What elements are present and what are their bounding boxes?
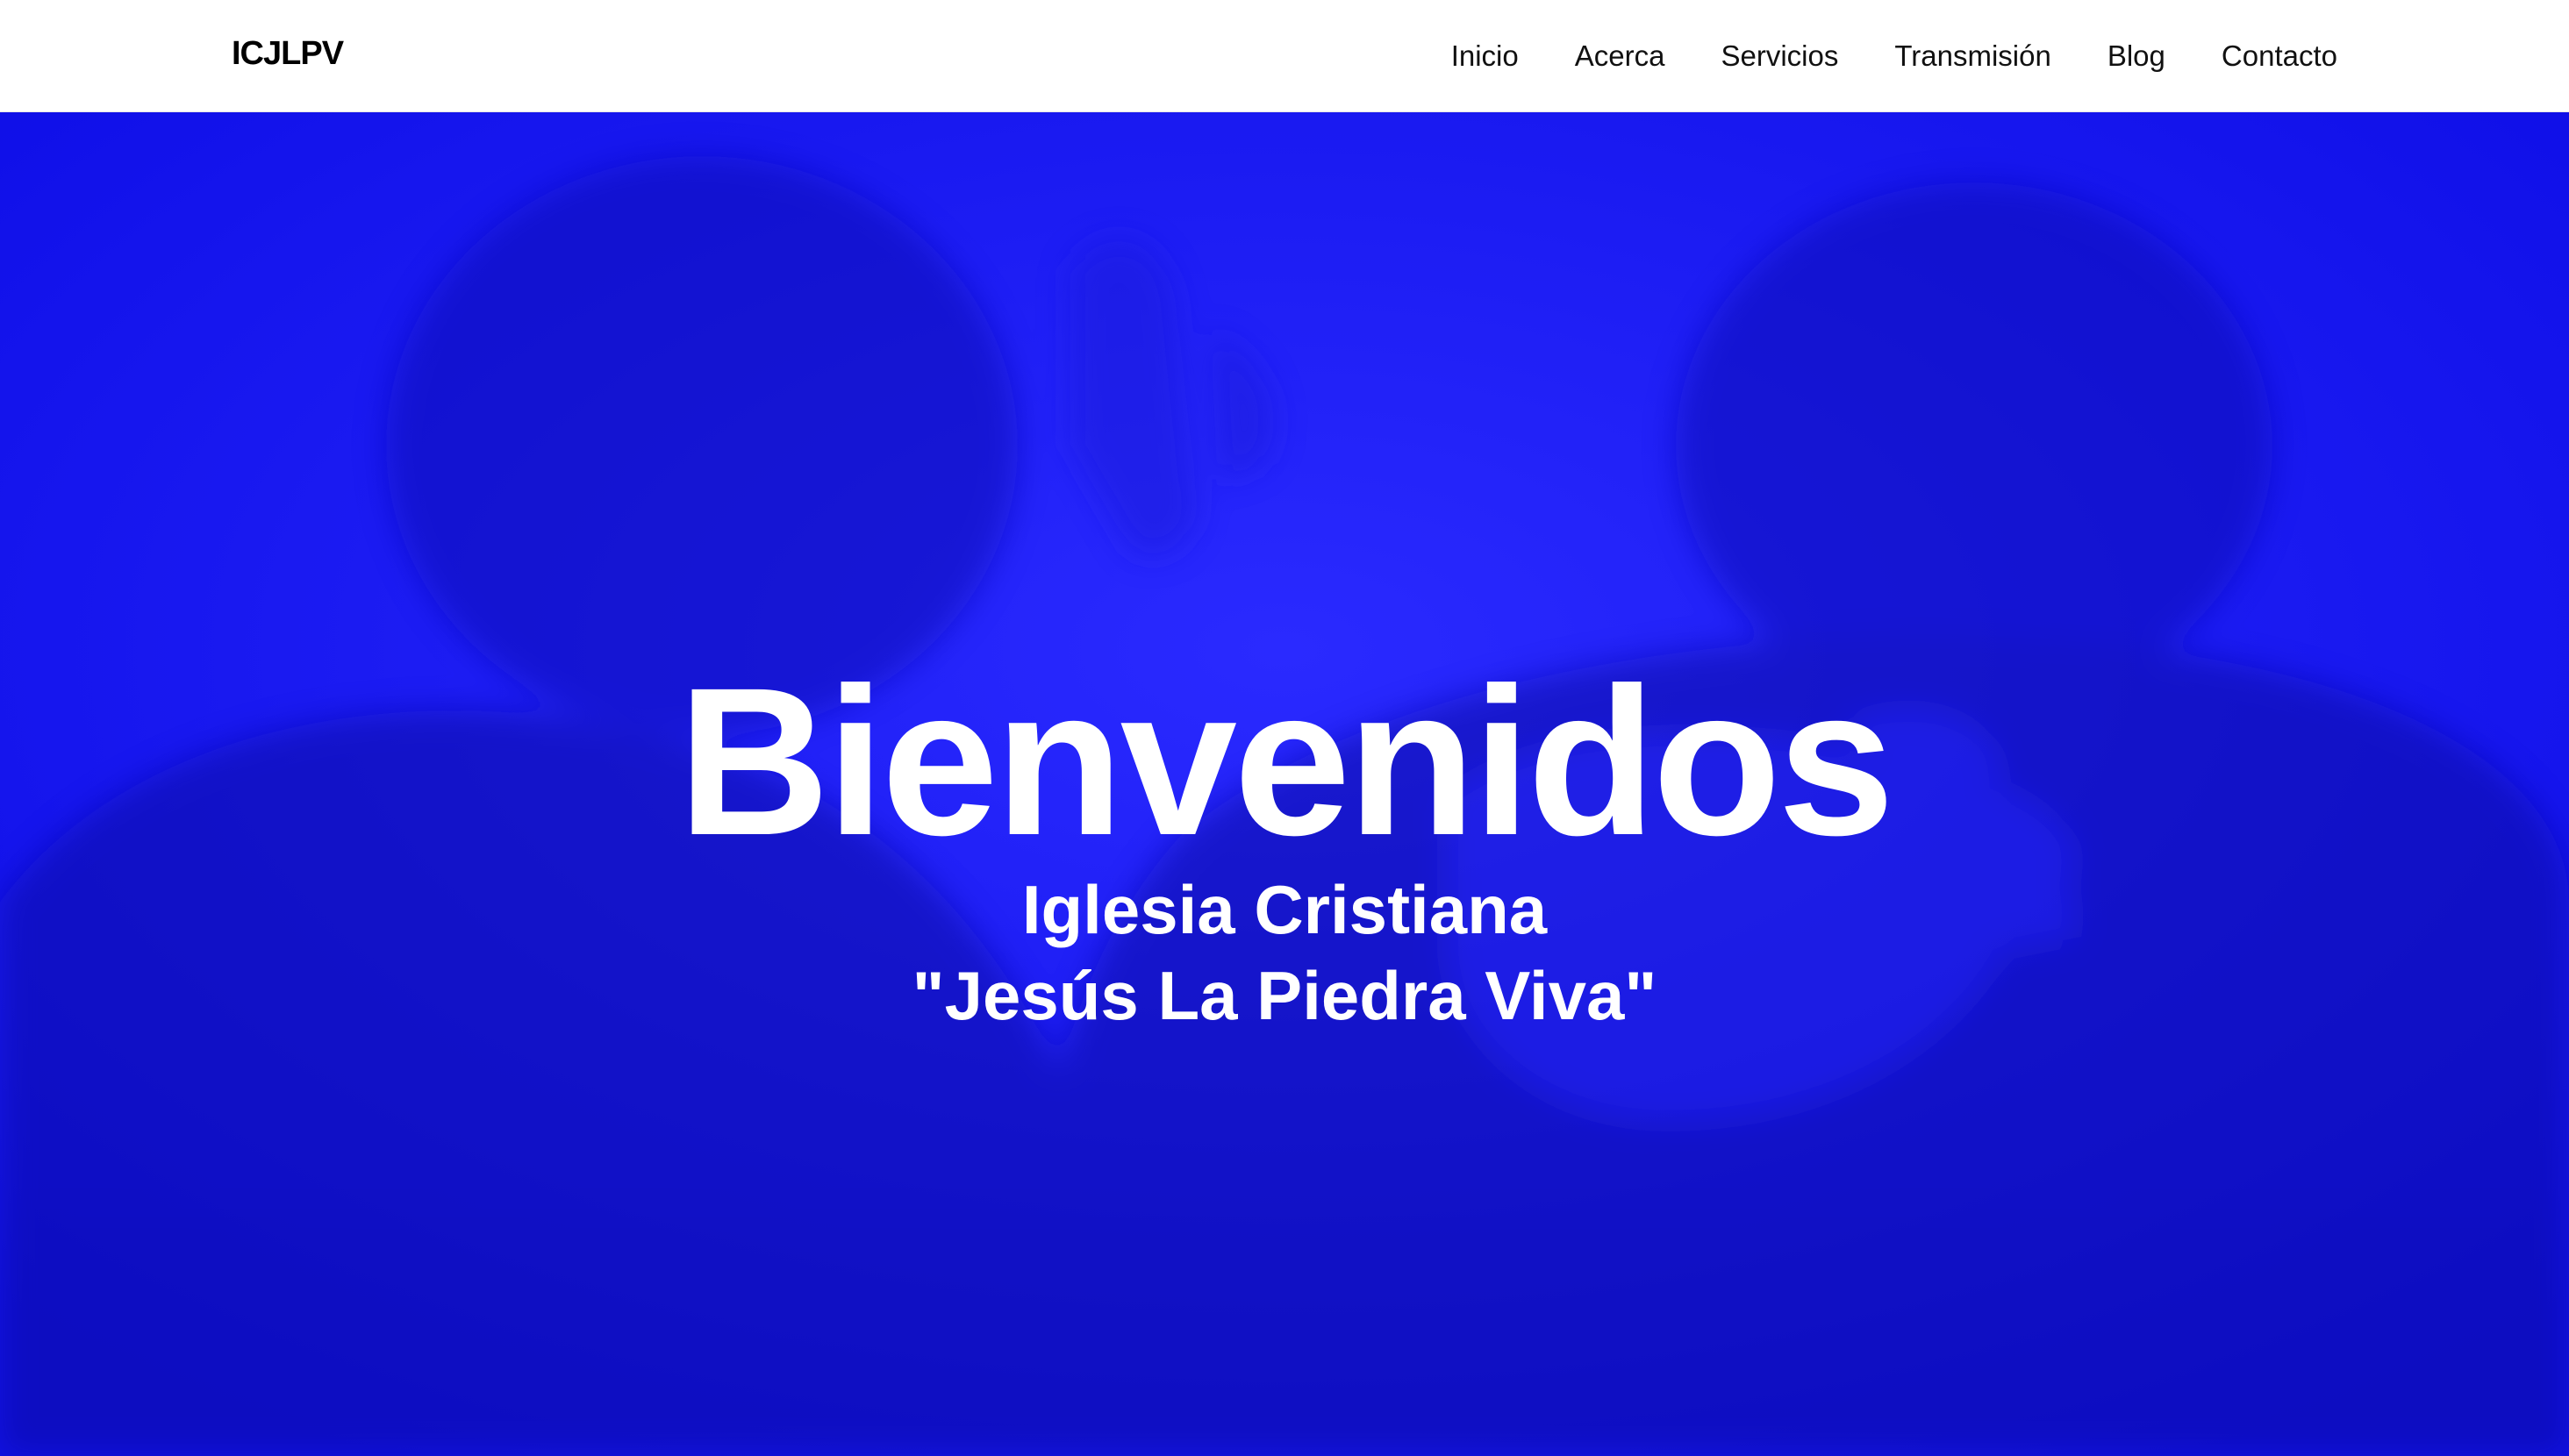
site-header: ICJLPV Inicio Acerca Servicios Transmisi… [0, 0, 2569, 112]
nav-item-blog[interactable]: Blog [2107, 39, 2165, 73]
site-logo[interactable]: ICJLPV [232, 35, 344, 73]
hero-subtitle-line1: Iglesia Cristiana [1021, 871, 1548, 948]
nav-item-inicio[interactable]: Inicio [1451, 39, 1519, 73]
nav-item-transmision[interactable]: Transmisión [1894, 39, 2051, 73]
hero-section: Bienvenidos Iglesia Cristiana "Jesús La … [0, 112, 2569, 1456]
nav-item-contacto[interactable]: Contacto [2222, 39, 2337, 73]
nav-item-servicios[interactable]: Servicios [1721, 39, 1838, 73]
hero-subtitle-line2: "Jesús La Piedra Viva" [912, 957, 1657, 1034]
hero-title: Bienvenidos [677, 644, 1895, 879]
nav-item-acerca[interactable]: Acerca [1575, 39, 1665, 73]
main-nav: Inicio Acerca Servicios Transmisión Blog… [1451, 0, 2337, 112]
